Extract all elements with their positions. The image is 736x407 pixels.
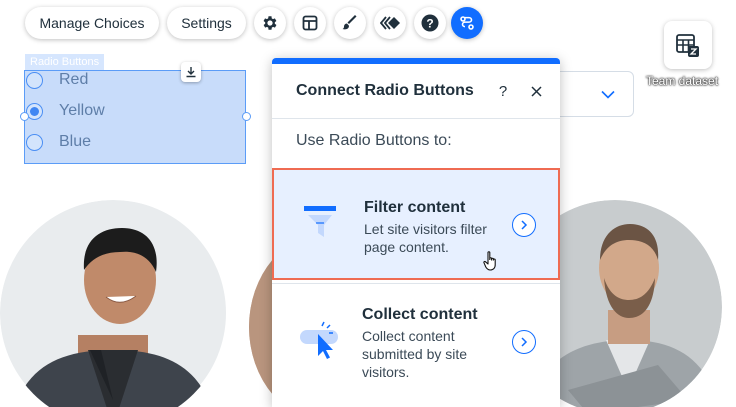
editor-canvas: Manage Choices Settings ? Radio Buttons … — [0, 0, 736, 407]
radio-option[interactable]: Blue — [25, 133, 91, 151]
layout-icon[interactable] — [294, 7, 326, 39]
resize-handle-left[interactable] — [20, 112, 29, 121]
dataset-button[interactable] — [664, 21, 712, 69]
panel-title: Connect Radio Buttons — [296, 82, 474, 99]
radio-option[interactable]: Red — [25, 71, 88, 89]
radio-circle[interactable] — [26, 133, 43, 151]
panel-header: Connect Radio Buttons ? — [272, 64, 560, 119]
radio-buttons-element[interactable]: Red Yellow Blue — [24, 70, 246, 164]
radio-option-label: Blue — [59, 133, 92, 150]
radio-option[interactable]: Yellow — [25, 102, 105, 120]
connect-panel: Connect Radio Buttons ? Use Radio Button… — [272, 58, 560, 407]
chevron-right-icon[interactable] — [512, 330, 536, 354]
svg-text:?: ? — [426, 17, 433, 31]
resize-handle-right[interactable] — [242, 112, 251, 121]
design-brush-icon[interactable] — [334, 7, 366, 39]
radio-option-label: Yellow — [59, 102, 105, 119]
help-icon[interactable]: ? — [414, 7, 446, 39]
manage-choices-button[interactable]: Manage Choices — [25, 7, 159, 39]
hand-cursor-icon — [483, 251, 496, 271]
collect-content-option[interactable]: Collect content Collect content submitte… — [272, 283, 560, 407]
connect-data-icon[interactable] — [451, 7, 483, 39]
radio-circle[interactable] — [26, 71, 43, 89]
chevron-down-icon — [601, 90, 615, 99]
gear-icon[interactable] — [254, 7, 286, 39]
settings-button[interactable]: Settings — [167, 7, 246, 39]
option-title: Filter content — [364, 199, 466, 216]
panel-help-button[interactable]: ? — [496, 84, 510, 100]
panel-subtitle: Use Radio Buttons to: — [296, 132, 452, 149]
collect-click-icon — [300, 321, 338, 359]
option-description: Collect content submitted by site visito… — [362, 328, 468, 380]
option-title: Collect content — [362, 306, 478, 323]
close-icon[interactable] — [528, 83, 544, 99]
download-icon[interactable] — [181, 62, 201, 82]
team-member-photo[interactable] — [0, 200, 227, 407]
dataset-label: Team dataset — [646, 74, 719, 88]
radio-buttons-tag: Radio Buttons — [25, 54, 105, 70]
person-photo — [0, 200, 226, 407]
chevron-right-icon[interactable] — [512, 213, 536, 237]
radio-option-label: Red — [59, 71, 89, 88]
dataset-icon — [676, 34, 699, 57]
filter-funnel-icon — [304, 206, 336, 237]
animation-icon[interactable] — [374, 7, 406, 39]
filter-content-option[interactable]: Filter content Let site visitors filter … — [272, 168, 560, 280]
